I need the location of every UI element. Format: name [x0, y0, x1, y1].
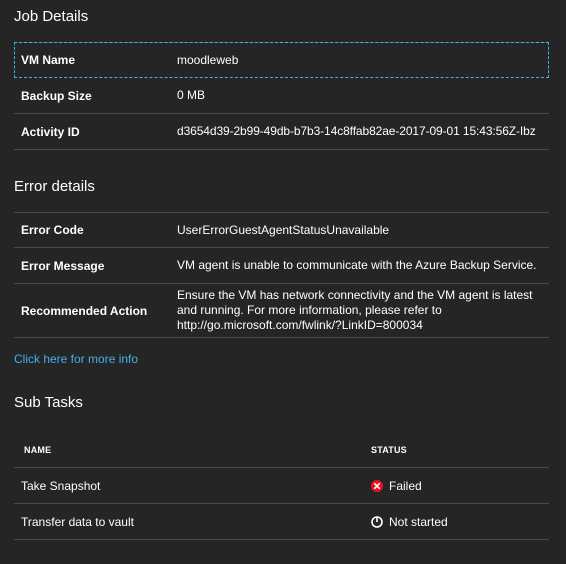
error-code-value: UserErrorGuestAgentStatusUnavailable: [177, 222, 390, 237]
job-details-row-vm-name[interactable]: VM Name moodleweb: [14, 42, 549, 78]
sub-task-status: Not started: [371, 515, 549, 529]
sub-tasks-header: NAME STATUS: [14, 432, 549, 468]
job-details-table: VM Name moodleweb Backup Size 0 MB Activ…: [14, 42, 549, 150]
error-code-label: Error Code: [21, 223, 84, 237]
recommended-action-value: Ensure the VM has network connectivity a…: [177, 288, 533, 332]
column-header-name[interactable]: NAME: [14, 445, 371, 455]
job-details-title: Job Details: [14, 8, 89, 25]
sub-task-status: Failed: [371, 479, 549, 493]
error-message-value: VM agent is unable to communicate with t…: [177, 258, 537, 272]
backup-size-value: 0 MB: [177, 88, 206, 102]
sub-task-row[interactable]: Transfer data to vault Not started: [14, 504, 549, 540]
sub-task-status-text: Failed: [389, 478, 422, 493]
sub-tasks-title: Sub Tasks: [14, 394, 83, 411]
more-info-link[interactable]: Click here for more info: [14, 352, 138, 366]
error-details-table: Error Code UserErrorGuestAgentStatusUnav…: [14, 212, 549, 338]
not-started-icon: [371, 515, 383, 528]
sub-task-row[interactable]: Take Snapshot Failed: [14, 468, 549, 504]
recommended-action-label: Recommended Action: [21, 303, 148, 318]
error-details-title: Error details: [14, 178, 95, 195]
error-details-row-error-code[interactable]: Error Code UserErrorGuestAgentStatusUnav…: [14, 212, 549, 248]
backup-size-label: Backup Size: [21, 88, 92, 103]
error-details-row-recommended-action[interactable]: Recommended Action Ensure the VM has net…: [14, 284, 549, 338]
job-details-row-backup-size[interactable]: Backup Size 0 MB: [14, 78, 549, 114]
error-icon: [371, 479, 383, 492]
vm-name-value: moodleweb: [177, 52, 239, 67]
sub-task-name: Transfer data to vault: [21, 514, 134, 529]
error-details-row-error-message[interactable]: Error Message VM agent is unable to comm…: [14, 248, 549, 284]
vm-name-label: VM Name: [21, 53, 76, 67]
column-header-status[interactable]: STATUS: [371, 445, 549, 455]
activity-id-value: d3654d39-2b99-49db-b7b3-14c8ffab82ae-201…: [177, 124, 536, 138]
sub-task-name: Take Snapshot: [21, 478, 101, 493]
sub-task-status-text: Not started: [389, 514, 448, 529]
job-details-row-activity-id[interactable]: Activity ID d3654d39-2b99-49db-b7b3-14c8…: [14, 114, 549, 150]
error-message-label: Error Message: [21, 258, 105, 273]
activity-id-label: Activity ID: [21, 124, 80, 139]
